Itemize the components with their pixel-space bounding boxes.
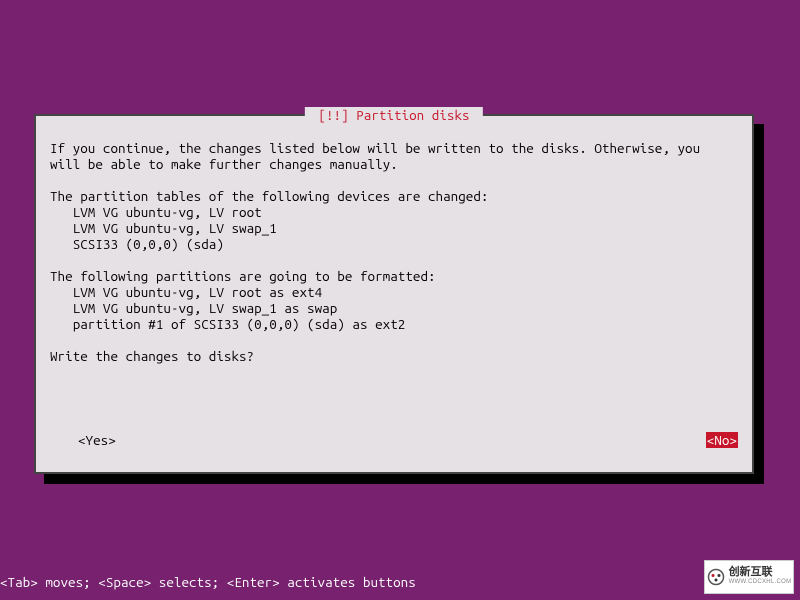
changed-header: The partition tables of the following de… <box>50 188 488 204</box>
watermark-sub: WWW.CDCXHL.COM <box>729 577 792 587</box>
no-button[interactable]: <No> <box>706 432 738 448</box>
format-item-1: LVM VG ubuntu-vg, LV root as ext4 <box>73 284 322 300</box>
format-item-2: LVM VG ubuntu-vg, LV swap_1 as swap <box>73 300 338 316</box>
intro-line-1: If you continue, the changes listed belo… <box>50 140 700 156</box>
format-header: The following partitions are going to be… <box>50 268 436 284</box>
partition-dialog: [!!] Partition disks If you continue, th… <box>34 114 754 474</box>
watermark-text: 创新互联 WWW.CDCXHL.COM <box>729 567 792 587</box>
watermark-main: 创新互联 <box>729 567 792 577</box>
yes-button[interactable]: <Yes> <box>78 432 116 448</box>
changed-item-3: SCSI33 (0,0,0) (sda) <box>73 236 224 252</box>
dialog-title: [!!] Partition disks <box>305 107 483 123</box>
link-icon <box>707 568 725 586</box>
format-item-3: partition #1 of SCSI33 (0,0,0) (sda) as … <box>73 316 406 332</box>
dialog-body: If you continue, the changes listed belo… <box>50 140 738 364</box>
watermark-badge: 创新互联 WWW.CDCXHL.COM <box>704 560 794 594</box>
help-bar: <Tab> moves; <Space> selects; <Enter> ac… <box>0 574 416 590</box>
intro-line-2: will be able to make further changes man… <box>50 156 398 172</box>
changed-item-2: LVM VG ubuntu-vg, LV swap_1 <box>73 220 277 236</box>
dialog-title-text: [!!] Partition disks <box>318 107 469 123</box>
button-row: <Yes> <No> <box>50 432 738 448</box>
confirm-prompt: Write the changes to disks? <box>50 348 254 364</box>
changed-item-1: LVM VG ubuntu-vg, LV root <box>73 204 262 220</box>
